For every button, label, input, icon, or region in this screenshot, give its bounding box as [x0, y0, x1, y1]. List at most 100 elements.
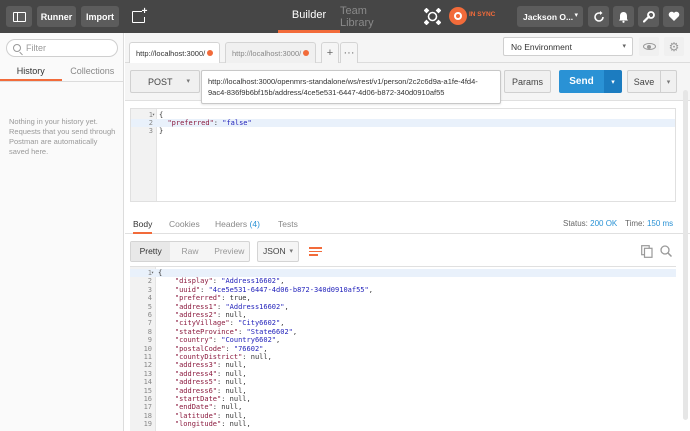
tab-builder[interactable]: Builder	[278, 0, 340, 33]
send-button[interactable]: Send	[559, 70, 604, 93]
format-select[interactable]: JSON ▾	[257, 241, 299, 262]
code-line: 5 "address1": "Address16602",	[147, 302, 289, 311]
filter-input[interactable]: Filter	[6, 39, 118, 57]
filter-placeholder: Filter	[26, 43, 46, 53]
search-icon	[13, 44, 21, 52]
code-line: 1 ▾ {	[148, 111, 164, 119]
tab-collections[interactable]: Collections	[62, 62, 124, 81]
sidebar-tabs: History Collections	[0, 62, 123, 82]
import-button[interactable]: Import	[81, 6, 119, 27]
code-line: 17 "endDate": null,	[143, 403, 243, 412]
eye-icon	[642, 43, 656, 50]
refresh-icon	[593, 10, 604, 22]
tab-headers[interactable]: Headers (4)	[215, 214, 260, 234]
save-button[interactable]: Save	[627, 70, 661, 93]
favorites-button[interactable]	[663, 6, 684, 27]
new-tab-button[interactable]: +	[321, 42, 339, 63]
request-tab[interactable]: http://localhost:3000/	[225, 42, 316, 63]
chevron-down-icon: ▾	[666, 78, 671, 86]
code-line: 19 "longitude": null,	[143, 420, 251, 429]
response-status: Status: 200 OK	[563, 219, 618, 228]
url-input[interactable]: http://localhost:3000/openmrs-standalone…	[201, 70, 501, 104]
headers-count-badge: (4)	[249, 219, 260, 229]
view-preview[interactable]: Preview	[210, 242, 249, 261]
code-line: 15 "address6": null,	[143, 386, 247, 395]
code-line: 8 "stateProvince": "State6602",	[147, 327, 298, 336]
user-menu[interactable]: Jackson O... ▾	[517, 6, 583, 27]
new-window-button[interactable]: +	[127, 6, 149, 27]
request-tab[interactable]: http://localhost:3000/	[129, 42, 220, 64]
sidebar-icon	[12, 11, 26, 22]
request-body-editor[interactable]: 1 ▾ { 2 "preferred": "false" 3 }	[130, 108, 676, 202]
history-empty-message: Nothing in your history yet. Requests th…	[9, 117, 116, 156]
code-line: 1 ▾{	[130, 269, 676, 277]
sidebar: Filter History Collections Nothing in yo…	[0, 33, 124, 431]
response-body[interactable]: 1 ▾{2 "display": "Address16602", 3 "uuid":…	[130, 266, 676, 431]
code-line: 11 "countyDistrict": null,	[143, 353, 272, 361]
tab-team-library[interactable]: Team Library	[340, 0, 398, 33]
refresh-button[interactable]	[588, 6, 609, 27]
fold-arrow-icon: ▾	[151, 270, 155, 276]
params-button[interactable]: Params	[504, 70, 551, 93]
save-options-button[interactable]: ▾	[660, 70, 677, 93]
gear-icon: ⚙	[668, 39, 680, 54]
view-pretty[interactable]: Pretty	[131, 242, 171, 261]
bell-icon	[619, 11, 628, 23]
method-value: POST	[148, 76, 173, 87]
response-time: Time: 150 ms	[625, 219, 674, 228]
search-icon[interactable]	[660, 245, 672, 258]
unsaved-dot-icon	[303, 50, 309, 56]
view-mode-group: Pretty Raw Preview	[130, 241, 250, 262]
fold-arrow-icon: ▾	[152, 112, 156, 118]
code-line: 7 "cityVillage": "City6602",	[147, 319, 285, 328]
environment-value: No Environment	[511, 41, 572, 52]
tab-history[interactable]: History	[0, 62, 62, 81]
environment-quick-look-button[interactable]	[639, 37, 659, 56]
sync-status-label: IN SYNC	[469, 11, 496, 18]
environment-select[interactable]: No Environment ▾	[503, 37, 633, 56]
plus-icon: +	[326, 47, 334, 59]
heart-icon	[668, 11, 679, 21]
code-line: 12 "address3": null,	[143, 361, 247, 370]
manage-environments-button[interactable]: ⚙	[664, 37, 684, 56]
send-options-button[interactable]: ▾	[604, 70, 622, 93]
method-select[interactable]: POST ▾	[130, 70, 200, 93]
code-line: 13 "address4": null,	[143, 369, 247, 378]
interceptor-icon[interactable]	[424, 8, 441, 25]
chevron-down-icon: ▾	[186, 78, 190, 85]
response-toolbar: Pretty Raw Preview JSON ▾	[130, 240, 680, 263]
request-tab-label: http://localhost:3000/	[136, 49, 206, 58]
request-tab-label: http://localhost:3000/	[232, 48, 302, 58]
chevron-down-icon: ▾	[289, 248, 293, 255]
request-url-bar: POST ▾ http://localhost:3000/openmrs-sta…	[125, 63, 690, 104]
chevron-down-icon: ▾	[611, 78, 615, 86]
wrench-icon	[642, 10, 655, 23]
code-line: 6 "address2": null,	[147, 311, 247, 319]
chevron-down-icon: ▾	[574, 12, 578, 19]
scrollbar[interactable]	[683, 90, 688, 420]
top-bar: Runner Import + Builder Team Library IN …	[0, 0, 690, 33]
unsaved-dot-icon	[207, 50, 213, 56]
code-line: 16 "startDate": null,	[143, 395, 251, 403]
sync-icon[interactable]	[449, 7, 467, 25]
view-raw[interactable]: Raw	[170, 242, 209, 261]
user-name: Jackson O...	[523, 11, 574, 22]
tab-cookies[interactable]: Cookies	[169, 214, 200, 234]
format-value: JSON	[263, 246, 286, 256]
code-line: 2 "preferred": "false"	[131, 119, 675, 127]
runner-button[interactable]: Runner	[37, 6, 76, 27]
settings-button[interactable]	[638, 6, 659, 27]
sidebar-toggle-button[interactable]	[6, 6, 32, 27]
code-line: 10 "postalCode": "76602",	[143, 344, 268, 353]
tab-tests[interactable]: Tests	[278, 214, 298, 234]
wrap-lines-button[interactable]	[305, 241, 326, 262]
copy-icon[interactable]	[641, 245, 653, 258]
more-icon: ···	[343, 47, 355, 59]
tab-body[interactable]: Body	[133, 214, 153, 234]
code-line: 18 "latitude": null,	[143, 411, 247, 420]
chevron-down-icon: ▾	[622, 43, 626, 50]
tab-options-button[interactable]: ···	[340, 42, 358, 63]
code-line: 3 }	[148, 127, 164, 135]
code-line: 2 "display": "Address16602",	[147, 277, 285, 286]
notifications-button[interactable]	[613, 6, 634, 27]
